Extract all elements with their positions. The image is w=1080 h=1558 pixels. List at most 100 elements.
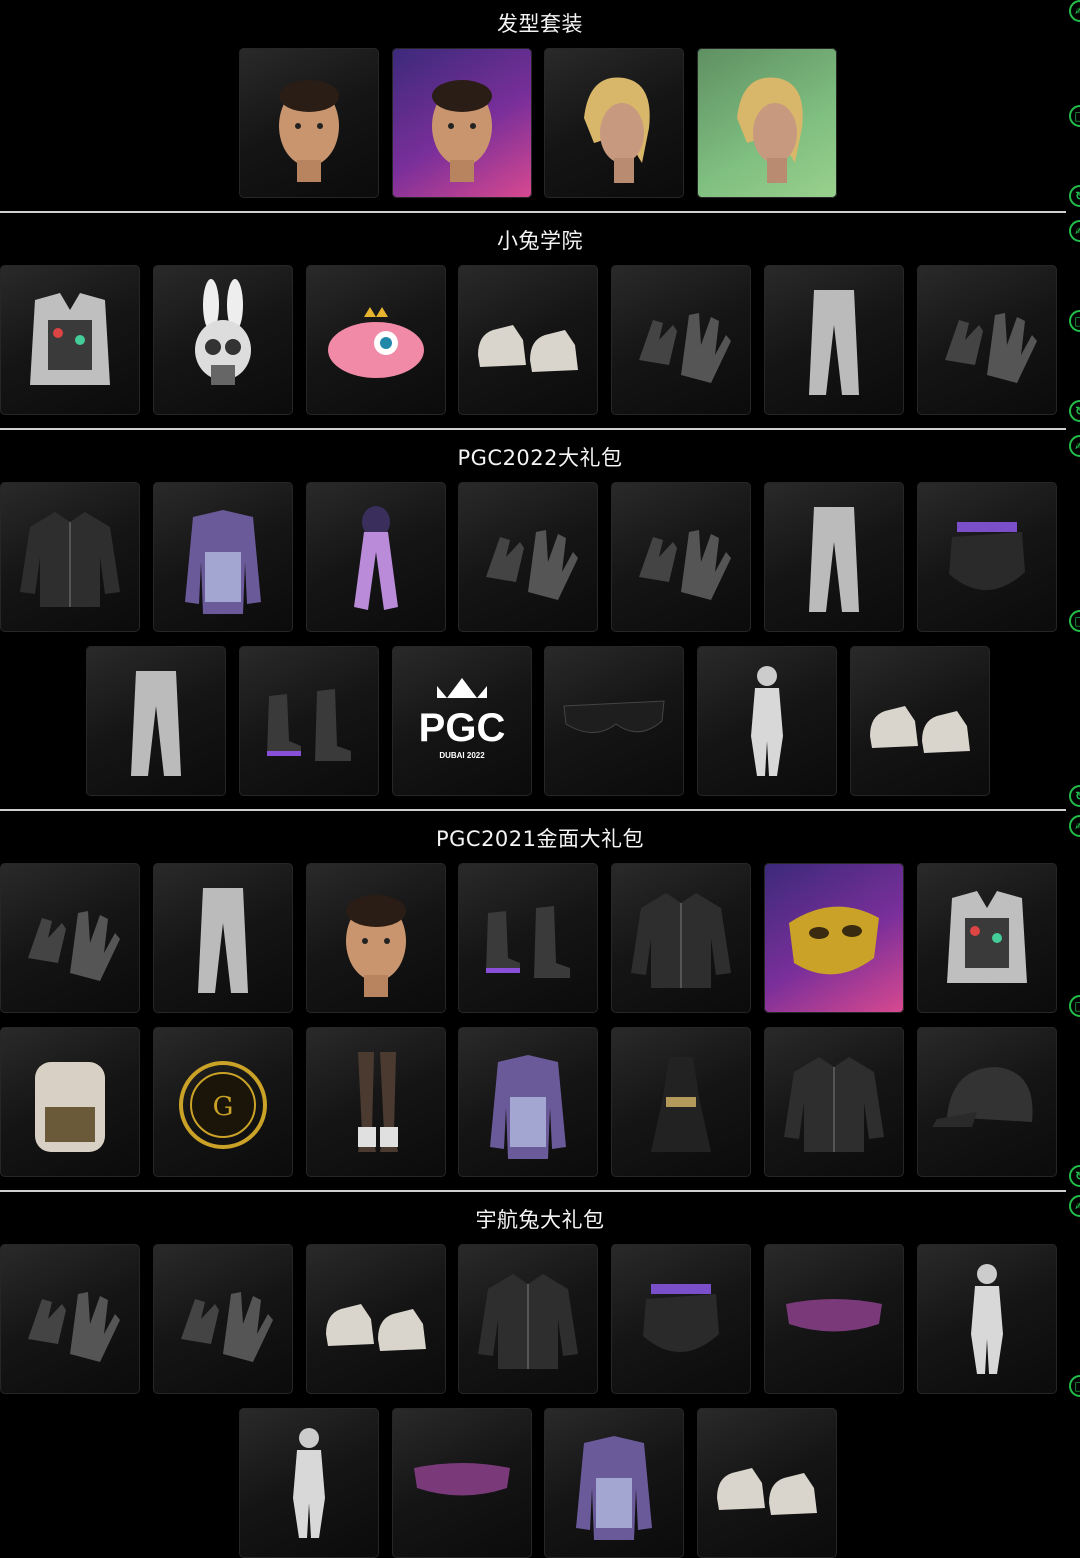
- gloves-icon: [180, 1292, 273, 1362]
- item-tile[interactable]: [152, 265, 293, 415]
- item-tile[interactable]: [544, 48, 685, 198]
- item-tile[interactable]: [544, 1408, 685, 1558]
- visor-icon: [786, 1299, 882, 1332]
- item-tile[interactable]: [305, 1244, 446, 1394]
- item-tile[interactable]: [916, 1244, 1057, 1394]
- section-divider: [0, 809, 1066, 811]
- vest-icon: [946, 891, 1027, 983]
- item-tile[interactable]: [916, 863, 1057, 1013]
- gold-mask-icon: [789, 906, 879, 975]
- shoes-icon: [717, 1468, 818, 1515]
- pants-icon: [809, 290, 859, 395]
- item-tile[interactable]: [238, 48, 379, 198]
- item-tile[interactable]: [611, 1244, 752, 1394]
- item-tile[interactable]: [0, 863, 140, 1013]
- vest-icon: [30, 293, 110, 385]
- item-tile[interactable]: [611, 265, 752, 415]
- refresh-icon[interactable]: ↻: [1069, 185, 1080, 207]
- item-tile[interactable]: [764, 863, 904, 1013]
- item-tile[interactable]: [764, 482, 904, 632]
- item-tile[interactable]: [152, 1244, 293, 1394]
- gloves-icon: [28, 911, 120, 981]
- item-tile[interactable]: [391, 1408, 532, 1558]
- copy-icon[interactable]: □: [1069, 610, 1080, 632]
- item-tile[interactable]: [458, 863, 599, 1013]
- gloves-icon: [486, 530, 579, 600]
- shoes-icon: [478, 325, 579, 372]
- jacket-icon: [478, 1274, 579, 1369]
- item-tile[interactable]: [697, 646, 838, 796]
- pgc-logo: PGCDUBAI 2022: [418, 678, 505, 760]
- item-tile[interactable]: [916, 482, 1057, 632]
- copy-icon[interactable]: □: [1069, 1375, 1080, 1397]
- backpack-icon: [35, 1062, 105, 1152]
- refresh-icon[interactable]: ↻: [1069, 785, 1080, 807]
- head-icon: [278, 80, 339, 182]
- glasses-icon: [563, 700, 665, 733]
- section-title: 发型套装: [497, 12, 583, 36]
- coat-icon: [576, 1436, 653, 1540]
- item-tile[interactable]: [611, 1027, 752, 1177]
- item-tile[interactable]: [764, 1027, 904, 1177]
- item-tile[interactable]: [458, 482, 599, 632]
- refresh-icon[interactable]: ↻: [1069, 1165, 1080, 1187]
- section-title: PGC2022大礼包: [457, 446, 623, 470]
- item-tile[interactable]: [764, 265, 904, 415]
- pants-icon: [197, 888, 248, 993]
- copy-icon[interactable]: □: [1069, 995, 1080, 1017]
- svg-text:G: G: [212, 1092, 233, 1122]
- bodysuit-icon: [970, 1264, 1003, 1374]
- refresh-icon[interactable]: ↻: [1069, 400, 1080, 422]
- jacket-icon: [784, 1057, 884, 1152]
- item-tile[interactable]: [544, 646, 685, 796]
- boots-icon: [486, 906, 571, 978]
- jacket-icon: [20, 512, 120, 607]
- item-tile[interactable]: [305, 863, 446, 1013]
- legs-icon: [357, 1052, 398, 1152]
- item-tile[interactable]: [305, 482, 446, 632]
- item-tile[interactable]: [152, 863, 293, 1013]
- item-tile[interactable]: [458, 1027, 599, 1177]
- item-tile[interactable]: [152, 482, 293, 632]
- boots-icon: [266, 689, 351, 761]
- copy-icon[interactable]: □: [1069, 105, 1080, 127]
- section-title: 宇航兔大礼包: [475, 1208, 605, 1232]
- item-tile[interactable]: [0, 1027, 140, 1177]
- item-tile[interactable]: [391, 48, 532, 198]
- head-icon: [345, 895, 406, 997]
- visor-icon: [413, 1463, 510, 1496]
- copy-icon[interactable]: □: [1069, 310, 1080, 332]
- pgc-logo-text: PGC: [418, 706, 505, 750]
- hair-icon: [737, 77, 803, 183]
- item-tile[interactable]: [916, 265, 1057, 415]
- item-tile[interactable]: [697, 48, 838, 198]
- section-divider: [0, 211, 1066, 213]
- item-tile[interactable]: [697, 1408, 838, 1558]
- item-tile[interactable]: [611, 482, 752, 632]
- item-tile[interactable]: [86, 646, 226, 796]
- item-tile[interactable]: [0, 265, 140, 415]
- item-tile[interactable]: [238, 1408, 379, 1558]
- item-tile[interactable]: [850, 646, 990, 796]
- pants-icon: [809, 507, 859, 612]
- item-tile[interactable]: [458, 265, 599, 415]
- item-tile[interactable]: [916, 1027, 1057, 1177]
- item-tile[interactable]: PGC DUBAI 2022: [391, 646, 532, 796]
- item-tile[interactable]: [305, 1027, 446, 1177]
- shoes-icon: [325, 1304, 426, 1351]
- section-title: PGC2021金面大礼包: [435, 827, 645, 851]
- item-tile[interactable]: [0, 482, 140, 632]
- item-tile[interactable]: [458, 1244, 599, 1394]
- section-title: 小兔学院: [497, 229, 583, 253]
- bodysuit-icon: [751, 666, 784, 776]
- item-tile[interactable]: [238, 646, 379, 796]
- item-tile[interactable]: [305, 265, 446, 415]
- item-tile[interactable]: [611, 863, 752, 1013]
- jacket-icon: [631, 893, 732, 988]
- item-tile[interactable]: [0, 1244, 140, 1394]
- emblem-icon: G: [178, 1061, 267, 1149]
- gloves-icon: [944, 313, 1037, 383]
- item-tile[interactable]: G: [152, 1027, 293, 1177]
- item-tile[interactable]: [764, 1244, 904, 1394]
- bodysuit-icon: [292, 1428, 325, 1538]
